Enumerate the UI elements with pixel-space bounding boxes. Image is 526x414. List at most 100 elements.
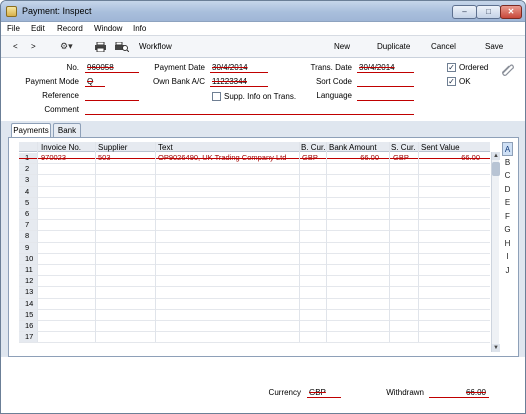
table-row[interactable]: 8 [19, 231, 490, 243]
column-header-invoice: Invoice No. [41, 143, 82, 152]
menu-file[interactable]: File [7, 24, 20, 33]
column-set-g[interactable]: G [502, 223, 513, 237]
menu-record[interactable]: Record [57, 24, 83, 33]
table-row[interactable]: 14 [19, 298, 490, 310]
grid-header: Invoice No. Supplier Text B. Cur. Bank A… [19, 142, 490, 152]
column-header-supplier: Supplier [98, 143, 128, 152]
table-row[interactable]: 5 [19, 197, 490, 209]
tab-payments[interactable]: Payments [11, 123, 51, 138]
maximize-button[interactable]: □ [476, 5, 501, 19]
save-button[interactable]: Save [485, 42, 503, 51]
ok-label: OK [459, 77, 471, 86]
workflow-button[interactable]: Workflow [139, 42, 172, 51]
print-icon[interactable] [95, 42, 106, 52]
column-set-b[interactable]: B [502, 156, 513, 170]
tab-bank[interactable]: Bank [53, 123, 81, 137]
row-number: 11 [19, 265, 37, 276]
row-number: 17 [19, 332, 37, 343]
previous-record-button[interactable]: < [13, 42, 18, 51]
table-row[interactable]: 7 [19, 220, 490, 232]
payment-mode-field[interactable]: Q [85, 77, 105, 87]
column-set-a[interactable]: A [502, 142, 513, 156]
column-set-f[interactable]: F [502, 210, 513, 224]
column-set-j[interactable]: J [502, 264, 513, 278]
column-header-sent-value: Sent Value [421, 143, 460, 152]
no-field[interactable]: 960058 [85, 63, 139, 73]
row-number: 9 [19, 242, 37, 253]
payment-inspect-window: Payment: Inspect – □ ✕ File Edit Record … [0, 0, 526, 414]
row-number: 13 [19, 287, 37, 298]
column-set-i[interactable]: I [502, 250, 513, 264]
cancel-button[interactable]: Cancel [431, 42, 456, 51]
title-bar[interactable]: Payment: Inspect – □ ✕ [1, 1, 525, 22]
table-row[interactable]: 6 [19, 209, 490, 221]
table-row[interactable]: 11 [19, 265, 490, 277]
payment-date-field[interactable]: 30/4/2014 [210, 63, 268, 73]
own-bank-label: Own Bank A/C [152, 77, 205, 86]
table-row[interactable]: 3 [19, 175, 490, 187]
reference-label: Reference [42, 91, 79, 100]
currency-field[interactable]: GBP [307, 388, 341, 398]
ordered-checkbox[interactable]: ✓ [447, 63, 456, 72]
column-set-d[interactable]: D [502, 183, 513, 197]
sort-code-field[interactable] [357, 77, 414, 87]
supp-info-checkbox[interactable] [212, 92, 221, 101]
attachment-icon[interactable] [499, 61, 515, 77]
table-row[interactable]: 13 [19, 287, 490, 299]
sort-code-label: Sort Code [315, 77, 352, 86]
toolbar: < > ⚙▾ Workflow New Duplicate Cancel Sav… [1, 36, 525, 58]
column-header-bank-amount: Bank Amount [329, 143, 377, 152]
menu-window[interactable]: Window [94, 24, 122, 33]
next-record-button[interactable]: > [31, 42, 36, 51]
column-set-switcher: ABCDEFGHIJ [502, 142, 513, 277]
language-label: Language [316, 91, 352, 100]
comment-field[interactable] [85, 105, 414, 115]
gear-icon[interactable]: ⚙▾ [60, 41, 73, 52]
table-row[interactable]: 17 [19, 332, 490, 344]
menu-info[interactable]: Info [133, 24, 146, 33]
table-row[interactable]: 2 [19, 164, 490, 176]
menu-edit[interactable]: Edit [31, 24, 45, 33]
menu-bar: File Edit Record Window Info [1, 22, 525, 36]
row-number: 8 [19, 231, 37, 242]
table-row[interactable]: 4 [19, 186, 490, 198]
trans-date-field[interactable]: 30/4/2014 [357, 63, 414, 73]
scroll-up-arrow[interactable]: ▲ [492, 152, 500, 160]
grid-scrollbar[interactable]: ▲ ▼ [491, 152, 500, 352]
language-field[interactable] [357, 91, 414, 101]
new-button[interactable]: New [334, 42, 350, 51]
column-set-c[interactable]: C [502, 169, 513, 183]
row-number: 4 [19, 186, 37, 197]
ordered-label: Ordered [459, 63, 489, 72]
withdrawn-field[interactable]: 66.00 [429, 388, 489, 398]
print-preview-icon[interactable] [115, 42, 129, 52]
column-set-h[interactable]: H [502, 237, 513, 251]
table-row[interactable]: 1970023503OP9026490, UK Trading Company … [19, 153, 490, 165]
close-button[interactable]: ✕ [500, 5, 522, 19]
duplicate-button[interactable]: Duplicate [377, 42, 410, 51]
reference-field[interactable] [85, 91, 139, 101]
supp-info-label: Supp. Info on Trans. [224, 92, 297, 101]
table-row[interactable]: 16 [19, 321, 490, 333]
table-row[interactable]: 10 [19, 253, 490, 265]
no-label: No. [66, 63, 79, 72]
column-set-e[interactable]: E [502, 196, 513, 210]
table-row[interactable]: 12 [19, 276, 490, 288]
table-row[interactable]: 15 [19, 309, 490, 321]
scroll-thumb[interactable] [492, 162, 500, 176]
app-icon [6, 6, 17, 17]
trans-date-label: Trans. Date [310, 63, 353, 72]
scroll-down-arrow[interactable]: ▼ [492, 344, 500, 352]
row-number: 6 [19, 209, 37, 220]
own-bank-field[interactable]: 11223344 [210, 77, 268, 87]
table-row[interactable]: 9 [19, 242, 490, 254]
row-number: 10 [19, 253, 37, 264]
column-divider [418, 142, 419, 342]
window-title: Payment: Inspect [22, 6, 92, 16]
ok-checkbox[interactable]: ✓ [447, 77, 456, 86]
payment-header-form: No. 960058 Payment Date 30/4/2014 Trans.… [1, 58, 525, 121]
comment-label: Comment [44, 105, 79, 114]
row-number: 2 [19, 164, 37, 175]
minimize-button[interactable]: – [452, 5, 477, 19]
row-number: 3 [19, 175, 37, 186]
